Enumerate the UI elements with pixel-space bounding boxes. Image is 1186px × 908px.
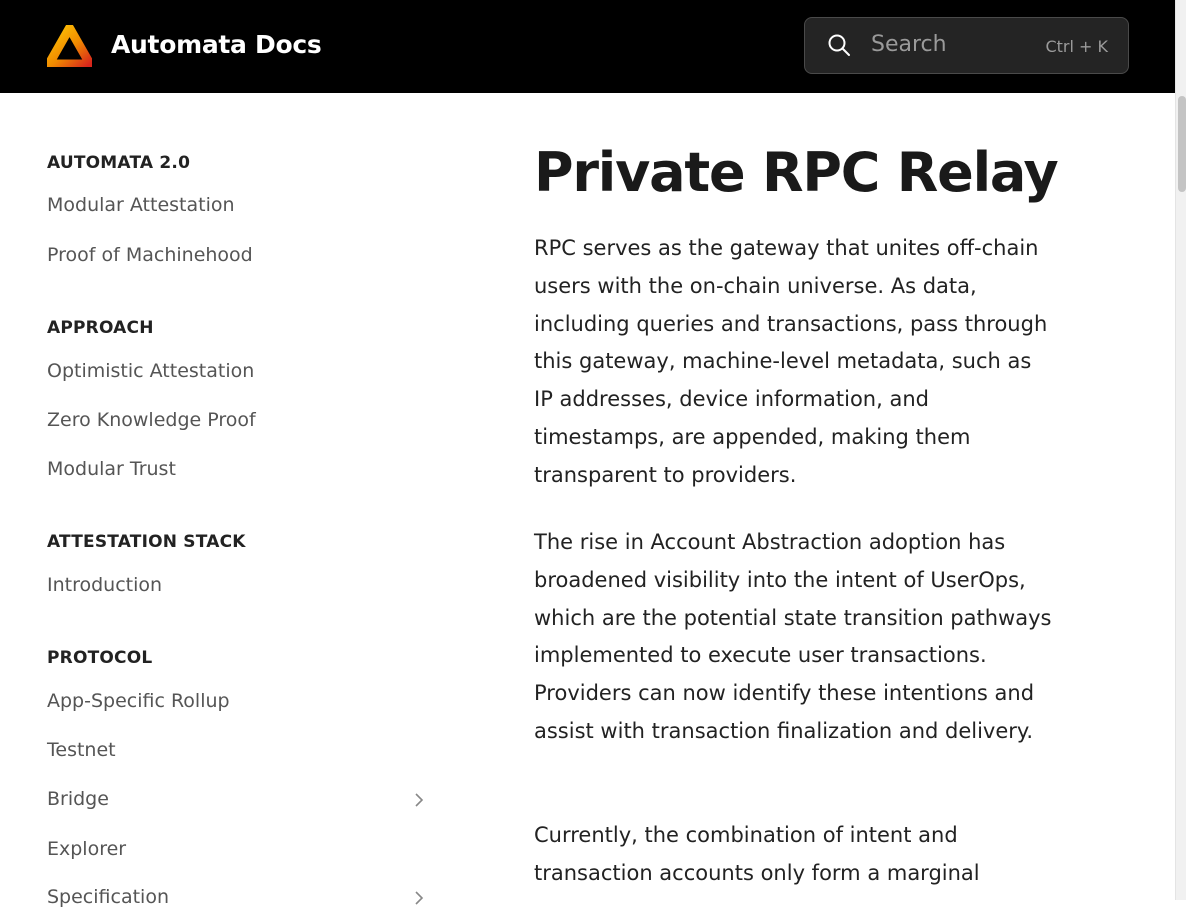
page-title: Private RPC Relay	[534, 141, 1059, 204]
bridge-chevron-right-icon[interactable]	[413, 793, 425, 807]
scrollbar-thumb[interactable]	[1178, 96, 1186, 192]
paragraph-currently: Currently, the combination of intent and…	[534, 823, 980, 885]
search-placeholder: Search	[871, 32, 947, 57]
paragraph-account-abstraction: The rise in Account Abstraction adoption…	[534, 530, 1052, 743]
sidebar-item-zero-knowledge-proof[interactable]: Zero Knowledge Proof	[47, 409, 427, 431]
sidebar-section-approach: APPROACH	[47, 318, 154, 338]
sidebar-item-app-specific-rollup[interactable]: App-Specific Rollup	[47, 690, 427, 712]
automata-logo-icon[interactable]	[47, 25, 92, 67]
sidebar-item-bridge[interactable]: Bridge	[47, 788, 427, 810]
sidebar-item-proof-of-machinehood[interactable]: Proof of Machinehood	[47, 244, 427, 266]
sidebar-section-protocol: PROTOCOL	[47, 648, 153, 668]
sidebar-item-optimistic-attestation[interactable]: Optimistic Attestation	[47, 360, 427, 382]
sidebar-item-modular-attestation[interactable]: Modular Attestation	[47, 194, 427, 216]
paragraph-intro: RPC serves as the gateway that unites of…	[534, 236, 1048, 487]
sidebar-section-automata: AUTOMATA 2.0	[47, 153, 191, 173]
page-scrollbar[interactable]	[1175, 0, 1186, 900]
sidebar-nav: AUTOMATA 2.0 Modular Attestation Proof o…	[47, 93, 437, 908]
search-icon	[828, 34, 850, 56]
sidebar-item-specification[interactable]: Specification	[47, 886, 427, 908]
sidebar-item-testnet[interactable]: Testnet	[47, 739, 427, 761]
specification-chevron-right-icon[interactable]	[413, 891, 425, 905]
sidebar-item-modular-trust[interactable]: Modular Trust	[47, 458, 427, 480]
sidebar-section-attestation-stack: ATTESTATION STACK	[47, 532, 246, 552]
top-navbar: Automata Docs Search Ctrl + K	[0, 0, 1175, 93]
search-box[interactable]: Search Ctrl + K	[804, 17, 1129, 74]
sidebar-item-introduction[interactable]: Introduction	[47, 574, 427, 596]
brand-title[interactable]: Automata Docs	[111, 30, 322, 59]
sidebar-item-explorer[interactable]: Explorer	[47, 838, 427, 860]
search-shortcut-hint: Ctrl + K	[1045, 37, 1108, 56]
